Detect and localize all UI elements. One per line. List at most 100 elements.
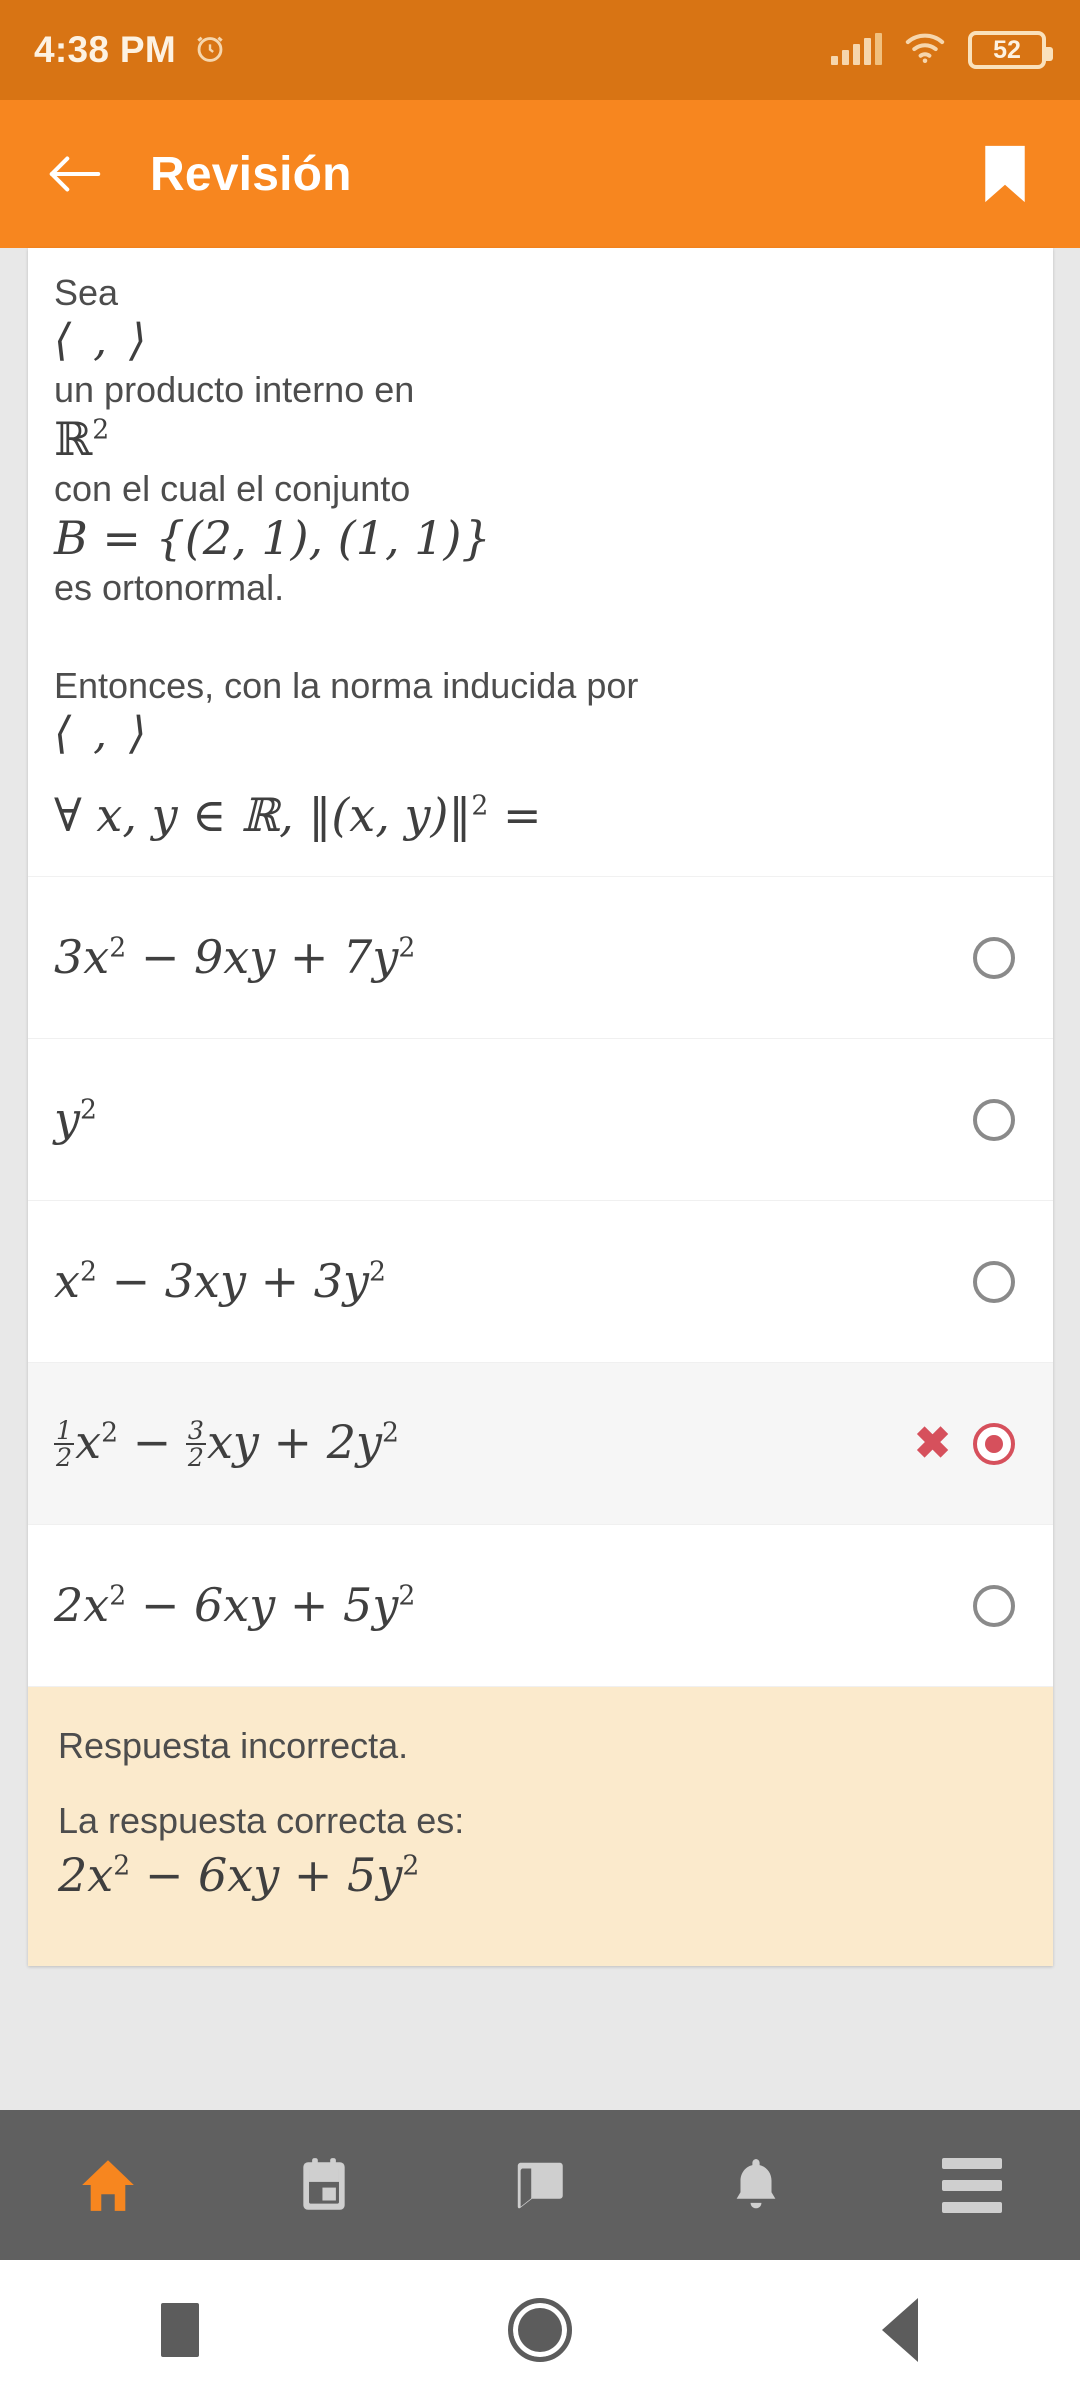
question-card: Sea ⟨ , ⟩ un producto interno en ℝ2 con … — [28, 248, 1053, 1966]
bookmark-icon — [985, 145, 1025, 203]
option-row-5[interactable]: 2x2 − 6xy + 5y2 — [28, 1525, 1053, 1688]
o5-c-coef: 5 — [343, 1578, 373, 1633]
o3-c-exp: 2 — [369, 1256, 387, 1288]
o4-a-var: x — [75, 1415, 102, 1470]
bookmark-button[interactable] — [970, 134, 1040, 214]
o5-b-var: xy — [223, 1578, 276, 1633]
feedback-panel: Respuesta incorrecta. La respuesta corre… — [28, 1687, 1053, 1966]
o3-b-coef: 3 — [164, 1254, 195, 1309]
r-exponent: 2 — [92, 414, 110, 446]
o3-c-coef: 3 — [313, 1254, 344, 1309]
option-2-content: y2 — [54, 1093, 973, 1146]
option-1-content: 3x2 − 9xy + 7y2 — [54, 931, 973, 984]
option-3-content: x2 − 3xy + 3y2 — [54, 1255, 973, 1308]
option-2-radio[interactable] — [973, 1098, 1015, 1141]
o1-a-coef: 3 — [54, 930, 84, 985]
nav-item-messages[interactable] — [432, 2110, 648, 2260]
fb-op1: − — [144, 1847, 184, 1902]
fb-c-exp: 2 — [402, 1850, 420, 1882]
o1-c-coef: 7 — [343, 930, 373, 985]
o3-c-var: y — [343, 1254, 370, 1309]
cellular-signal-icon — [831, 33, 882, 65]
fb-a-var: x — [87, 1847, 114, 1902]
stem-line-1: Sea — [54, 272, 119, 313]
o4-f1-den: 2 — [56, 1443, 73, 1473]
o4-f2-num: 3 — [185, 1415, 206, 1446]
nav-item-notifications[interactable] — [648, 2110, 864, 2260]
option-4-radio[interactable] — [973, 1422, 1015, 1465]
o5-a-coef: 2 — [54, 1578, 84, 1633]
o1-a-exp: 2 — [109, 932, 127, 964]
norm-equals-sign: = — [503, 788, 542, 843]
status-bar: 4:38 PM 52 — [0, 0, 1080, 100]
set-b-definition: B = {(2, 1), (1, 1)} — [54, 510, 491, 565]
o1-c-var: y — [372, 930, 399, 985]
o1-b-var: xy — [223, 930, 276, 985]
option-5-formula: 2x2 − 6xy + 5y2 — [54, 1578, 415, 1632]
incorrect-x-icon: ✖ — [914, 1418, 951, 1468]
option-1-radio[interactable] — [973, 936, 1015, 979]
option-1-formula: 3x2 − 9xy + 7y2 — [54, 930, 415, 984]
answer-options-list: 3x2 − 9xy + 7y2 y2 x2 − 3xy + 3y2 1 2 x2… — [28, 876, 1053, 1688]
option-4-content: 1 2 x2 − 3 2 xy + 2y2 — [54, 1416, 914, 1471]
o4-fraction-2: 32 — [185, 1415, 206, 1472]
o5-op1: − — [140, 1578, 180, 1633]
o1-op2: + — [289, 930, 329, 985]
option-row-1[interactable]: 3x2 − 9xy + 7y2 — [28, 877, 1053, 1040]
option-3-radio[interactable] — [973, 1260, 1015, 1303]
stem-line-3: con el cual el conjunto — [54, 467, 411, 509]
o4-a-exp: 2 — [101, 1417, 119, 1449]
fb-op2: + — [293, 1847, 333, 1902]
fb-c-coef: 5 — [347, 1847, 377, 1902]
nav-item-calendar[interactable] — [216, 2110, 432, 2260]
option-row-4[interactable]: 1 2 x2 − 3 2 xy + 2y2 ✖ — [28, 1363, 1053, 1526]
option-5-radio[interactable] — [973, 1584, 1015, 1627]
status-bar-clock: 4:38 PM — [34, 29, 176, 70]
system-navigation-bar — [0, 2260, 1080, 2400]
o5-a-exp: 2 — [109, 1580, 127, 1612]
nav-item-menu[interactable] — [864, 2110, 1080, 2260]
o3-op2: + — [260, 1254, 300, 1309]
page-title: Revisión — [150, 147, 352, 201]
option-4-controls: ✖ — [914, 1418, 1015, 1468]
recents-button[interactable] — [0, 2303, 360, 2357]
calendar-icon — [303, 2158, 345, 2210]
o5-c-exp: 2 — [398, 1580, 416, 1612]
o3-b-var: xy — [194, 1254, 246, 1309]
o2-c-var: y — [54, 1092, 80, 1147]
back-button-system[interactable] — [720, 2298, 1080, 2362]
option-2-formula: y2 — [54, 1092, 97, 1146]
o3-op1: − — [111, 1254, 151, 1309]
circle-home-icon — [508, 2298, 572, 2362]
o4-fraction-1: 12 — [54, 1415, 75, 1473]
option-5-controls — [973, 1584, 1015, 1627]
fb-b-var: xy — [227, 1847, 280, 1902]
battery-icon: 52 — [968, 31, 1053, 69]
nav-item-home[interactable] — [0, 2110, 216, 2260]
o5-b-coef: 6 — [194, 1578, 224, 1633]
fb-b-coef: 6 — [198, 1847, 228, 1902]
option-row-3[interactable]: x2 − 3xy + 3y2 — [28, 1201, 1053, 1364]
r-symbol: ℝ — [54, 411, 93, 466]
triangle-back-icon — [882, 2298, 918, 2362]
o4-c-exp: 2 — [381, 1417, 399, 1449]
norm-equation-row: ∀ x, y ∈ ℝ, ‖(x, y)‖2 = — [28, 789, 1053, 842]
fb-c-var: y — [376, 1847, 403, 1902]
hamburger-menu-icon — [942, 2157, 1002, 2213]
option-row-2[interactable]: y2 — [28, 1039, 1053, 1202]
square-recents-icon — [161, 2303, 199, 2357]
home-button[interactable] — [360, 2298, 720, 2362]
o3-a-var: x — [54, 1254, 80, 1309]
option-5-content: 2x2 − 6xy + 5y2 — [54, 1579, 973, 1632]
o1-c-exp: 2 — [398, 932, 416, 964]
back-button[interactable] — [40, 139, 110, 209]
o1-a-var: x — [83, 930, 110, 985]
o4-f1-num: 1 — [54, 1415, 75, 1446]
phone-screen: 4:38 PM 52 Revisión Sea ⟨ , ⟩ un product… — [0, 0, 1080, 2400]
inner-product-notation-2: ⟨ , ⟩ — [54, 707, 151, 759]
o4-op2: + — [273, 1415, 313, 1470]
page-scroll-area[interactable]: Sea ⟨ , ⟩ un producto interno en ℝ2 con … — [0, 248, 1080, 2110]
wifi-icon — [904, 32, 946, 69]
status-bar-left: 4:38 PM — [34, 29, 228, 71]
o4-c-coef: 2 — [326, 1415, 356, 1470]
